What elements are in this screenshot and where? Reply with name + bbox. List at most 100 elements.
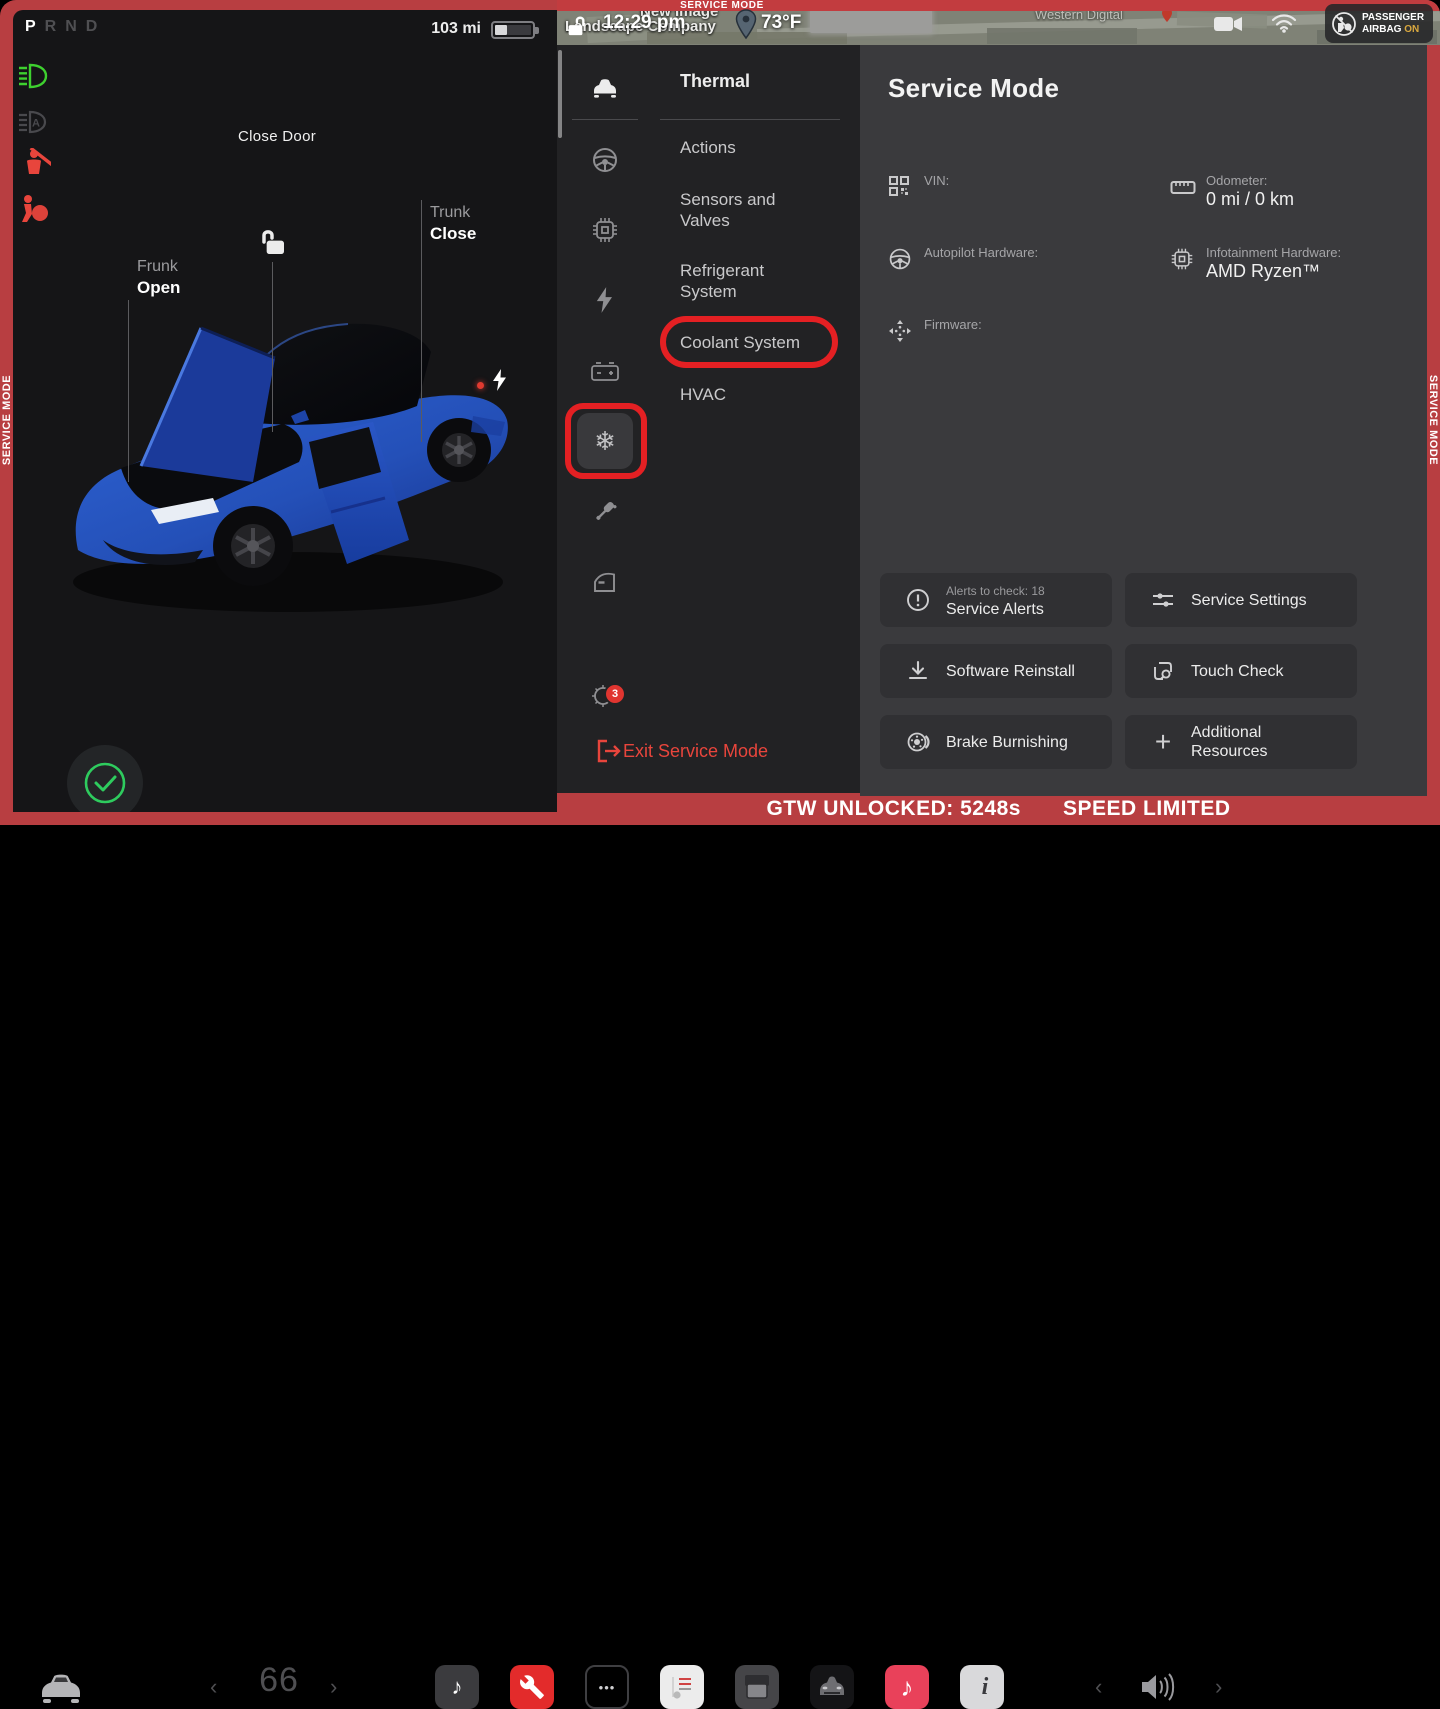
tab-chip-icon[interactable] <box>590 215 620 245</box>
airbag-off-icon <box>1331 11 1357 37</box>
frunk-label: Frunk <box>137 258 178 276</box>
service-alerts-indicator[interactable]: 3 <box>590 683 630 715</box>
exit-service-mode[interactable]: Exit Service Mode <box>595 737 768 765</box>
confirm-check-button[interactable] <box>67 745 143 812</box>
outside-temperature[interactable]: 73°F <box>761 12 801 34</box>
app-display[interactable] <box>735 1665 779 1709</box>
frunk-callout-line <box>128 300 129 482</box>
tab-suspension-icon[interactable] <box>590 496 620 526</box>
menu-item-refrigerant-system[interactable]: Refrigerant System <box>680 260 805 302</box>
menu-scrollbar[interactable] <box>558 50 562 138</box>
service-alerts-button[interactable]: Alerts to check: 18 Service Alerts <box>880 573 1112 627</box>
menu-item-actions[interactable]: Actions <box>680 137 805 158</box>
airbag-line2: AIRBAG <box>1362 24 1401 35</box>
redacted-map-label <box>810 10 932 33</box>
tab-vehicle-car-icon[interactable] <box>590 73 620 103</box>
seatbelt-warning-icon <box>17 148 51 180</box>
autopilot-label: Autopilot Hardware: <box>924 245 1038 260</box>
field-firmware: Firmware: <box>888 317 1128 361</box>
menu-item-hvac[interactable]: HVAC <box>680 384 805 405</box>
charge-port-indicator <box>477 382 484 389</box>
app-car-front[interactable] <box>810 1665 854 1709</box>
tab-closures-door-icon[interactable] <box>590 567 620 597</box>
service-settings-button[interactable]: Service Settings <box>1125 573 1357 627</box>
autopilot-steering-icon <box>888 247 912 271</box>
tab-battery-12v-icon[interactable] <box>590 356 620 386</box>
volume-up-chevron[interactable]: › <box>1215 1674 1222 1700</box>
app-tuner[interactable] <box>660 1665 704 1709</box>
vin-label: VIN: <box>924 173 949 188</box>
lock-status-icon[interactable] <box>565 13 587 39</box>
field-vin: VIN: <box>888 173 1128 217</box>
firmware-arrows-icon <box>888 319 912 343</box>
service-detail-panel: Service Mode VIN: Odometer: 0 mi / 0 km <box>860 45 1427 796</box>
service-settings-label: Service Settings <box>1191 591 1307 610</box>
sliders-icon <box>1151 588 1175 612</box>
infotainment-chip-icon <box>1170 247 1194 271</box>
additional-resources-button[interactable]: + Additional Resources <box>1125 715 1357 769</box>
service-menu-panel: ❄ Thermal Actions Sensors and Valves Ref… <box>557 45 860 793</box>
passenger-airbag-badge: PASSENGER AIRBAG ON <box>1325 4 1433 43</box>
gtw-unlocked-text: GTW UNLOCKED: 5248s <box>766 797 1021 821</box>
cabin-temperature[interactable]: 66 <box>244 1661 314 1700</box>
brake-burnishing-button[interactable]: Brake Burnishing <box>880 715 1112 769</box>
gear-r: R <box>45 18 57 35</box>
firmware-label: Firmware: <box>924 317 982 332</box>
app-drawer[interactable]: ••• <box>585 1665 629 1709</box>
service-alerts-label: Service Alerts <box>946 601 1044 618</box>
trunk-state[interactable]: Close <box>430 224 476 244</box>
alerts-to-check: Alerts to check: 18 <box>946 584 1045 598</box>
volume-down-chevron[interactable]: ‹ <box>1095 1674 1102 1700</box>
battery-gauge-icon <box>491 21 535 39</box>
trunk-label: Trunk <box>430 204 470 222</box>
odometer-ruler-icon <box>1170 175 1194 199</box>
unlocked-padlock-icon[interactable] <box>256 226 288 258</box>
ellipsis-icon: ••• <box>599 1680 616 1695</box>
annotation-coolant-system <box>660 316 838 368</box>
plus-icon: + <box>1151 730 1175 754</box>
annotation-thermal-tab <box>565 403 647 479</box>
tuner-icon <box>667 1672 697 1702</box>
exit-icon <box>595 738 623 764</box>
software-reinstall-button[interactable]: Software Reinstall <box>880 644 1112 698</box>
touch-check-label: Touch Check <box>1191 662 1284 681</box>
temp-increase-chevron[interactable]: › <box>330 1674 337 1700</box>
exit-service-mode-label: Exit Service Mode <box>623 741 768 762</box>
tab-steering-icon[interactable] <box>590 145 620 175</box>
rail-divider <box>572 119 638 120</box>
vehicle-controls-icon[interactable] <box>36 1671 86 1705</box>
charge-bolt-icon <box>491 368 509 392</box>
alert-count-badge: 3 <box>604 683 626 705</box>
manual-i-glyph: i <box>982 1674 989 1701</box>
infotainment-label: Infotainment Hardware: <box>1206 245 1341 260</box>
display-icon <box>742 1672 772 1702</box>
airbag-line1: PASSENGER <box>1362 12 1424 24</box>
download-icon <box>906 659 930 683</box>
weather-pin-icon[interactable] <box>735 9 757 41</box>
svg-text:A: A <box>32 118 40 130</box>
volume-icon[interactable] <box>1138 1671 1180 1703</box>
wifi-icon[interactable] <box>1271 13 1297 33</box>
app-owners-manual[interactable]: i <box>960 1665 1004 1709</box>
app-media-player[interactable]: ♪ <box>435 1665 479 1709</box>
temp-decrease-chevron[interactable]: ‹ <box>210 1674 217 1700</box>
left-edge-service-mode-label: SERVICE MODE <box>1 375 13 465</box>
app-streaming-music[interactable]: ♪ <box>885 1665 929 1709</box>
camera-icon[interactable] <box>1213 15 1243 33</box>
menu-item-sensors-valves[interactable]: Sensors and Valves <box>680 189 805 231</box>
door-open-warning: Close Door <box>191 128 363 145</box>
odometer-label: Odometer: <box>1206 173 1267 188</box>
frunk-state[interactable]: Open <box>137 278 180 298</box>
menu-section-title: Thermal <box>680 71 750 92</box>
vin-qr-icon <box>888 175 912 199</box>
app-service-active[interactable] <box>510 1665 554 1709</box>
right-edge-service-mode-label: SERVICE MODE <box>1427 375 1439 465</box>
tab-high-voltage-icon[interactable] <box>590 285 620 315</box>
trunk-callout-line <box>421 200 422 442</box>
gear-indicator: PRND <box>25 18 106 36</box>
touch-check-button[interactable]: Touch Check <box>1125 644 1357 698</box>
field-autopilot: Autopilot Hardware: <box>888 245 1128 289</box>
map-status-bar: New Image Landscape Company Western Digi… <box>557 0 1440 45</box>
gear-p: P <box>25 18 36 35</box>
gateway-status-bar: GTW UNLOCKED: 5248s SPEED LIMITED <box>557 793 1440 825</box>
